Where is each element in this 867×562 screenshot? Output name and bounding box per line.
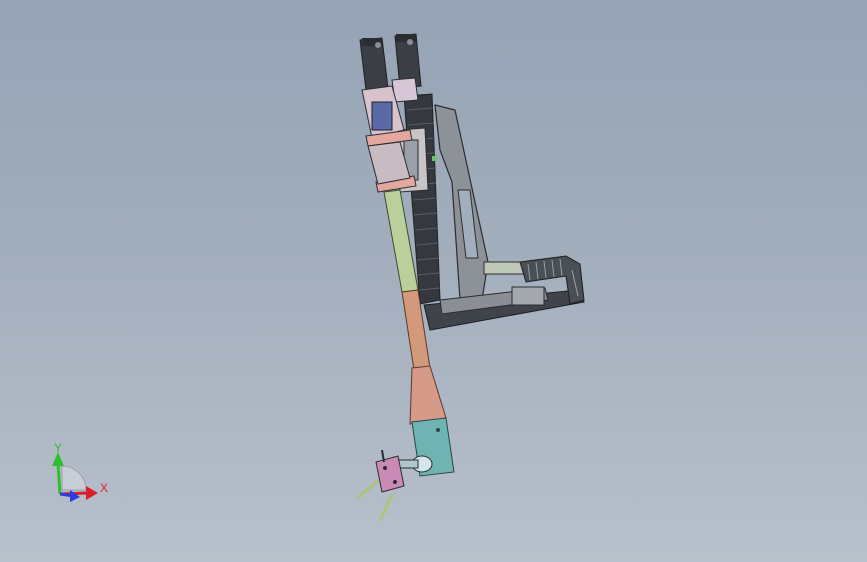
module-sensor bbox=[432, 156, 437, 161]
tool-hole-b bbox=[393, 480, 397, 484]
nozzle-bolt bbox=[436, 428, 440, 432]
base-assembly[interactable] bbox=[423, 255, 585, 331]
base-block bbox=[511, 286, 545, 306]
y-axis-line bbox=[56, 463, 62, 495]
cable-a bbox=[356, 479, 379, 499]
clamp-window bbox=[371, 101, 393, 131]
tool-shaft bbox=[397, 459, 419, 469]
cad-viewport[interactable]: Y X bbox=[0, 0, 867, 562]
motor-right-connector bbox=[407, 39, 413, 45]
motor-left-connector bbox=[375, 42, 381, 48]
z-axis-arrow bbox=[70, 490, 80, 502]
y-axis-label: Y bbox=[54, 441, 63, 455]
motor-right-cap bbox=[396, 34, 416, 42]
triad-plane bbox=[61, 465, 87, 491]
tube-cone bbox=[409, 365, 447, 425]
axis-triad bbox=[52, 452, 98, 502]
spray-tool[interactable] bbox=[356, 449, 433, 521]
tool-hole-a bbox=[383, 466, 387, 470]
cable-b bbox=[378, 493, 394, 521]
model-view[interactable] bbox=[0, 0, 867, 562]
x-axis-arrow bbox=[86, 486, 98, 500]
x-axis-label: X bbox=[100, 481, 109, 495]
